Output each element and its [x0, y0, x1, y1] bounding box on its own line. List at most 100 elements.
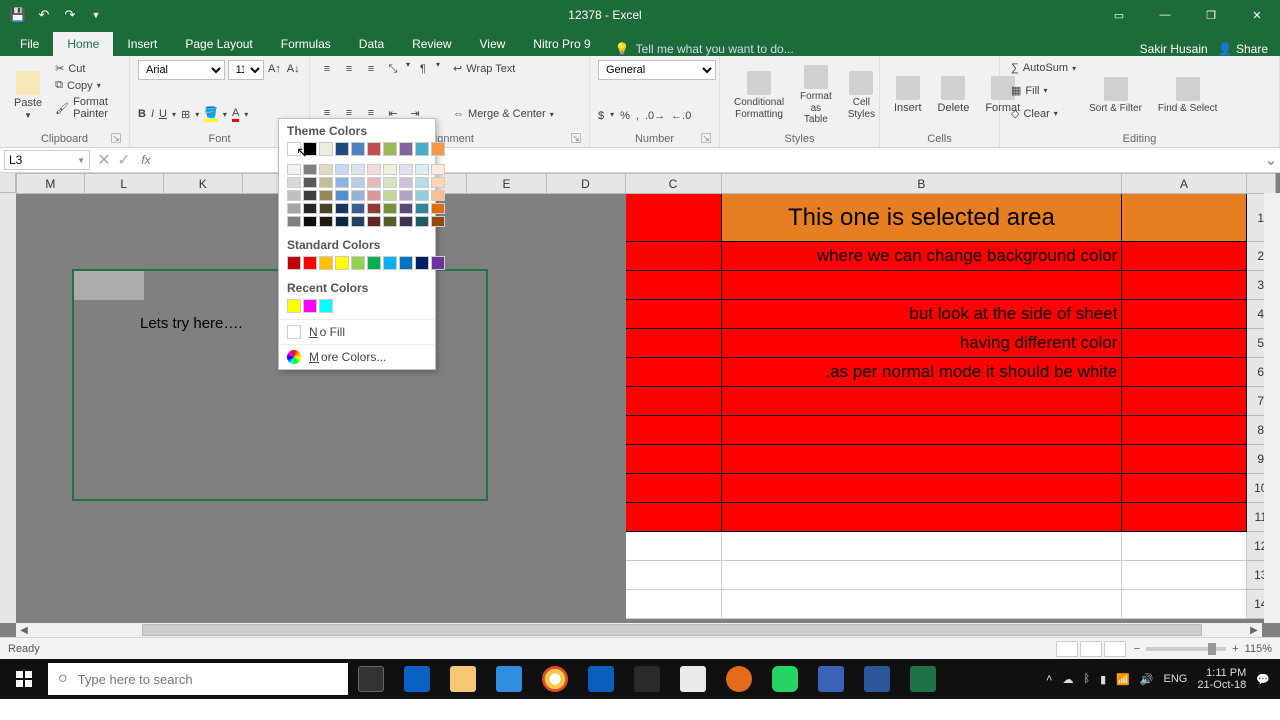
tab-file[interactable]: File	[6, 32, 53, 56]
wrap-text-button[interactable]: ↩Wrap Text	[450, 60, 557, 77]
tab-insert[interactable]: Insert	[113, 32, 171, 56]
color-swatch[interactable]	[335, 164, 349, 175]
increase-font-icon[interactable]: A↑	[267, 60, 283, 78]
align-top-icon[interactable]: ≡	[318, 60, 336, 78]
color-swatch[interactable]	[351, 177, 365, 188]
color-swatch[interactable]	[303, 164, 317, 175]
tab-nitro[interactable]: Nitro Pro 9	[519, 32, 604, 56]
color-swatch[interactable]	[303, 177, 317, 188]
share-button[interactable]: 👤 Share	[1218, 42, 1268, 56]
user-name[interactable]: Sakir Husain	[1140, 42, 1208, 56]
alignment-dialog-icon[interactable]: ↘	[571, 133, 581, 143]
spreadsheet-grid[interactable]: MLKJGFEDCBAThis one is selected area1whe…	[16, 173, 1276, 619]
percent-icon[interactable]: %	[620, 110, 630, 122]
color-swatch[interactable]	[399, 203, 413, 214]
color-swatch[interactable]	[319, 216, 333, 227]
task-view-icon[interactable]	[348, 659, 394, 699]
taskbar-search[interactable]: ○	[48, 663, 348, 695]
fx-icon[interactable]: fx	[134, 153, 158, 167]
color-swatch[interactable]	[319, 190, 333, 201]
color-swatch[interactable]	[383, 164, 397, 175]
color-swatch[interactable]	[303, 190, 317, 201]
color-swatch[interactable]	[335, 256, 349, 270]
color-swatch[interactable]	[399, 177, 413, 188]
app-icon[interactable]	[808, 659, 854, 699]
bold-button[interactable]: B	[138, 108, 146, 120]
tab-page-layout[interactable]: Page Layout	[171, 32, 266, 56]
color-swatch[interactable]	[415, 142, 429, 156]
maximize-button[interactable]: ❐	[1188, 0, 1234, 30]
color-swatch[interactable]	[399, 256, 413, 270]
tell-me[interactable]: 💡Tell me what you want to do...	[615, 42, 794, 56]
conditional-formatting-button[interactable]: Conditional Formatting	[728, 60, 790, 131]
color-swatch[interactable]	[367, 177, 381, 188]
color-swatch[interactable]	[431, 177, 445, 188]
color-swatch[interactable]	[351, 142, 365, 156]
undo-button[interactable]: ↶	[34, 5, 54, 25]
autosum-button[interactable]: ∑AutoSum▾	[1008, 60, 1079, 76]
chrome-icon[interactable]	[532, 659, 578, 699]
color-swatch[interactable]	[383, 203, 397, 214]
color-swatch[interactable]	[303, 216, 317, 227]
file-explorer-icon[interactable]	[440, 659, 486, 699]
color-swatch[interactable]	[367, 203, 381, 214]
fill-button[interactable]: ▦Fill▾	[1008, 82, 1079, 99]
color-swatch[interactable]	[303, 256, 317, 270]
redo-button[interactable]: ↷	[60, 5, 80, 25]
color-swatch[interactable]	[303, 142, 317, 156]
color-swatch[interactable]	[335, 177, 349, 188]
color-swatch[interactable]	[367, 256, 381, 270]
color-swatch[interactable]	[287, 177, 301, 188]
color-swatch[interactable]	[351, 190, 365, 201]
orientation-icon[interactable]: ⤡	[384, 60, 402, 78]
minimize-button[interactable]: —	[1142, 0, 1188, 30]
align-middle-icon[interactable]: ≡	[340, 60, 358, 78]
color-swatch[interactable]	[351, 256, 365, 270]
fill-color-button[interactable]: 🪣	[204, 106, 218, 122]
whatsapp-icon[interactable]	[762, 659, 808, 699]
color-swatch[interactable]	[335, 216, 349, 227]
tray-lang[interactable]: ENG	[1164, 673, 1188, 685]
tray-cloud-icon[interactable]: ☁	[1062, 673, 1073, 686]
scroll-right-icon[interactable]: ▶	[1246, 625, 1262, 636]
zoom-level[interactable]: 115%	[1245, 643, 1272, 655]
tab-review[interactable]: Review	[398, 32, 465, 56]
no-fill-item[interactable]: No Fill	[279, 319, 435, 344]
align-bottom-icon[interactable]: ≡	[362, 60, 380, 78]
color-swatch[interactable]	[399, 142, 413, 156]
color-swatch[interactable]	[431, 190, 445, 201]
color-swatch[interactable]	[415, 203, 429, 214]
color-swatch[interactable]	[319, 142, 333, 156]
word-icon[interactable]	[854, 659, 900, 699]
color-swatch[interactable]	[367, 216, 381, 227]
color-swatch[interactable]	[287, 164, 301, 175]
taskbar-clock[interactable]: 1:11 PM21-Oct-18	[1197, 667, 1246, 691]
accounting-icon[interactable]: $	[598, 110, 604, 122]
color-swatch[interactable]	[287, 142, 301, 156]
format-painter-button[interactable]: 🖌Format Painter	[52, 94, 121, 122]
color-swatch[interactable]	[287, 299, 301, 313]
tab-data[interactable]: Data	[345, 32, 398, 56]
copy-button[interactable]: ⧉Copy▾	[52, 77, 121, 94]
tray-battery-icon[interactable]: ▮	[1100, 673, 1106, 686]
color-swatch[interactable]	[431, 164, 445, 175]
sort-filter-button[interactable]: Sort & Filter	[1083, 60, 1148, 131]
color-swatch[interactable]	[367, 190, 381, 201]
color-swatch[interactable]	[431, 216, 445, 227]
color-swatch[interactable]	[415, 177, 429, 188]
color-swatch[interactable]	[415, 190, 429, 201]
color-swatch[interactable]	[335, 142, 349, 156]
taskbar-search-input[interactable]	[78, 672, 338, 687]
horizontal-scrollbar[interactable]: ◀ ▶	[16, 623, 1262, 637]
normal-view-icon[interactable]	[1056, 641, 1078, 657]
color-swatch[interactable]	[383, 177, 397, 188]
close-button[interactable]: ✕	[1234, 0, 1280, 30]
paste-button[interactable]: Paste▼	[8, 60, 48, 131]
qat-customize[interactable]: ▼	[86, 5, 106, 25]
color-swatch[interactable]	[415, 216, 429, 227]
delete-cells-button[interactable]: Delete	[932, 60, 976, 131]
color-swatch[interactable]	[415, 164, 429, 175]
tray-wifi-icon[interactable]: 📶	[1116, 673, 1130, 686]
tray-volume-icon[interactable]: 🔊	[1140, 673, 1154, 686]
color-swatch[interactable]	[319, 256, 333, 270]
